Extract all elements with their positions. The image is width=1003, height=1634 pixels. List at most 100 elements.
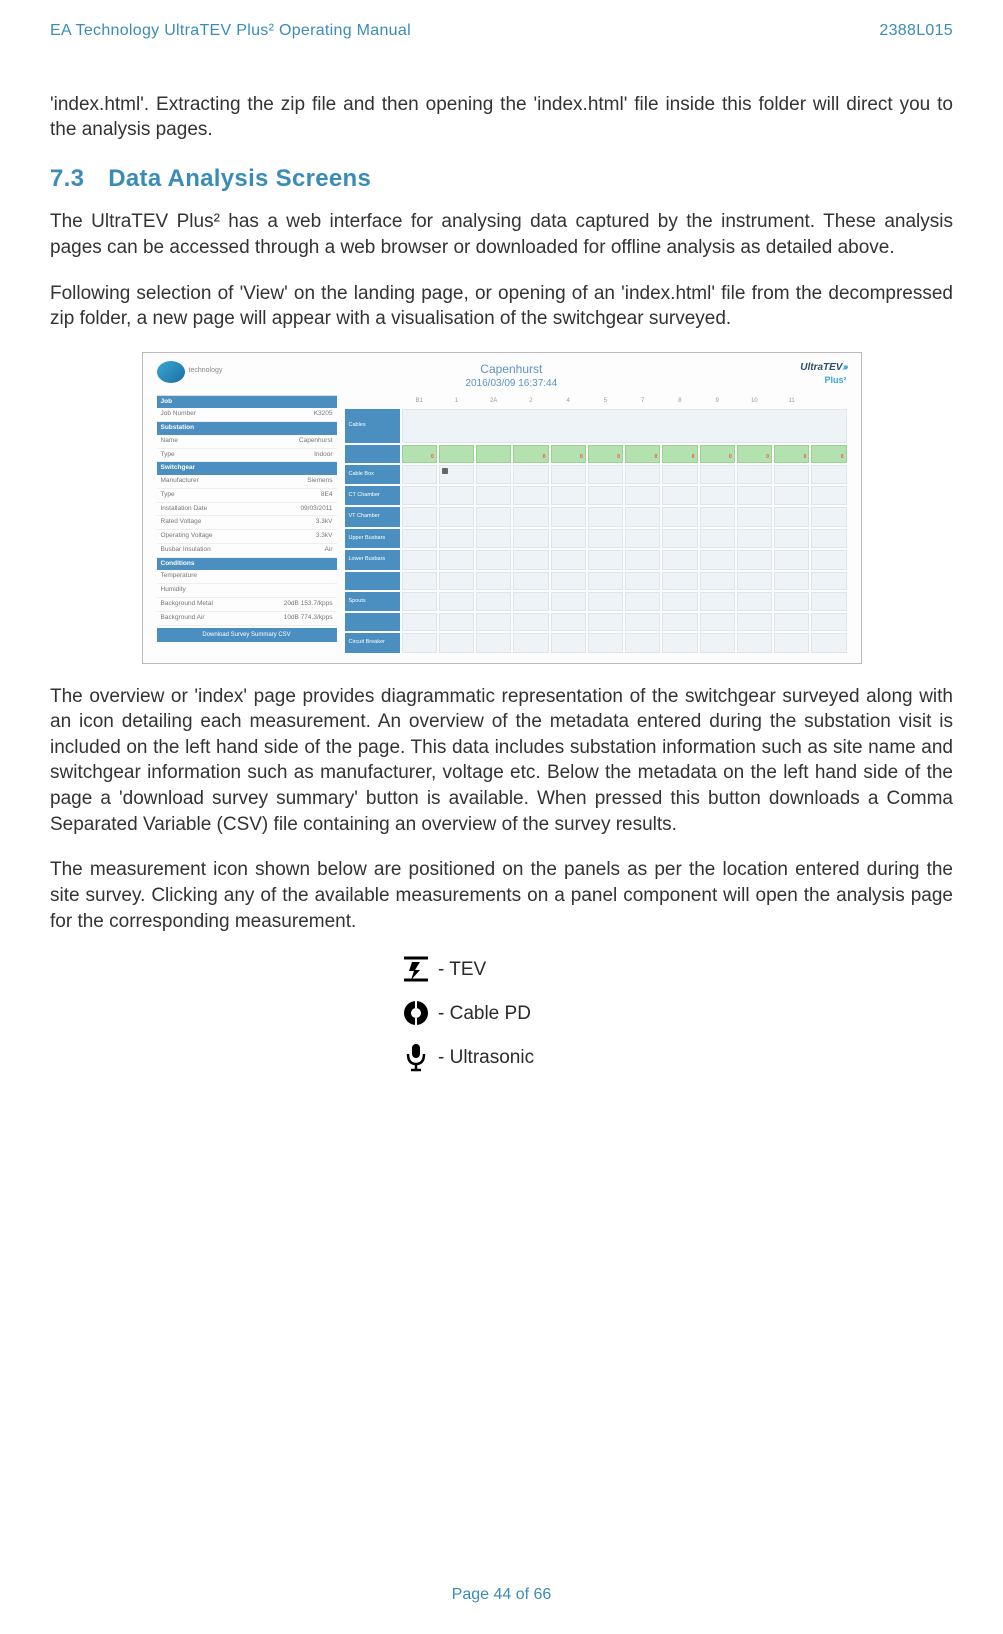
grid-cell[interactable] [588,633,623,652]
grid-cell[interactable] [737,592,772,611]
grid-cell[interactable] [662,486,697,505]
grid-cell[interactable] [625,592,660,611]
grid-cell[interactable] [513,633,548,652]
grid-cell[interactable] [439,465,474,484]
grid-cell[interactable] [625,633,660,652]
grid-cell[interactable] [737,529,772,548]
grid-cell[interactable] [476,613,511,631]
grid-cell[interactable] [774,572,809,590]
grid-cell[interactable] [811,486,846,505]
grid-cell[interactable] [551,486,586,505]
grid-cell[interactable]: 0 [737,445,772,463]
grid-cell[interactable] [402,507,437,526]
grid-cell[interactable] [700,592,735,611]
grid-cell[interactable] [439,529,474,548]
grid-cell[interactable] [700,633,735,652]
grid-cell[interactable]: 0 [700,445,735,463]
grid-cell[interactable] [811,613,846,631]
grid-cell[interactable] [513,613,548,631]
grid-cell[interactable] [662,613,697,631]
grid-cell[interactable] [402,465,437,484]
grid-cell[interactable] [737,486,772,505]
grid-cell[interactable] [662,529,697,548]
grid-cell[interactable] [513,507,548,526]
grid-cell[interactable] [476,633,511,652]
grid-cell[interactable] [551,465,586,484]
grid-cell[interactable] [551,529,586,548]
grid-cell[interactable] [551,592,586,611]
grid-cell[interactable] [625,465,660,484]
grid-cell[interactable]: 0 [402,445,437,463]
grid-cell[interactable] [625,507,660,526]
grid-cell[interactable] [700,465,735,484]
grid-cell[interactable] [811,465,846,484]
grid-cell[interactable] [513,486,548,505]
grid-cell[interactable] [737,613,772,631]
grid-cell[interactable] [402,572,437,590]
grid-cell[interactable] [662,465,697,484]
grid-cell[interactable]: 0 [513,445,548,463]
grid-cell[interactable] [476,529,511,548]
grid-cell[interactable] [551,613,586,631]
grid-cell[interactable] [588,550,623,569]
grid-cell[interactable] [402,409,847,443]
grid-cell[interactable]: 0 [625,445,660,463]
grid-cell[interactable] [551,572,586,590]
grid-cell[interactable] [402,486,437,505]
grid-cell[interactable] [811,592,846,611]
grid-cell[interactable]: 0 [551,445,586,463]
grid-cell[interactable] [737,550,772,569]
grid-cell[interactable] [774,550,809,569]
grid-cell[interactable] [774,529,809,548]
grid-cell[interactable] [551,633,586,652]
grid-cell[interactable] [476,572,511,590]
grid-cell[interactable] [439,486,474,505]
grid-cell[interactable] [625,572,660,590]
grid-cell[interactable] [811,507,846,526]
grid-cell[interactable] [476,465,511,484]
grid-cell[interactable] [625,486,660,505]
grid-cell[interactable]: 0 [662,445,697,463]
grid-cell[interactable] [774,486,809,505]
grid-cell[interactable] [662,633,697,652]
grid-cell[interactable] [476,592,511,611]
grid-cell[interactable] [700,613,735,631]
grid-cell[interactable] [588,572,623,590]
grid-cell[interactable] [439,507,474,526]
grid-cell[interactable] [588,465,623,484]
grid-cell[interactable] [513,572,548,590]
grid-cell[interactable] [476,550,511,569]
grid-cell[interactable] [588,507,623,526]
grid-cell[interactable] [402,550,437,569]
grid-cell[interactable] [476,486,511,505]
grid-cell[interactable] [402,529,437,548]
grid-cell[interactable] [476,445,511,463]
grid-cell[interactable] [811,633,846,652]
grid-cell[interactable] [439,613,474,631]
grid-cell[interactable] [662,550,697,569]
grid-cell[interactable] [774,613,809,631]
grid-cell[interactable] [662,507,697,526]
grid-cell[interactable] [774,507,809,526]
grid-cell[interactable] [513,529,548,548]
grid-cell[interactable] [811,572,846,590]
grid-cell[interactable] [774,633,809,652]
grid-cell[interactable] [625,550,660,569]
grid-cell[interactable] [439,550,474,569]
grid-cell[interactable] [737,465,772,484]
grid-cell[interactable] [700,486,735,505]
grid-cell[interactable] [811,550,846,569]
grid-cell[interactable]: 0 [811,445,846,463]
grid-cell[interactable] [737,572,772,590]
grid-cell[interactable] [551,507,586,526]
grid-cell[interactable] [439,572,474,590]
grid-cell[interactable] [402,613,437,631]
grid-cell[interactable] [588,529,623,548]
grid-cell[interactable] [402,592,437,611]
grid-cell[interactable] [700,507,735,526]
grid-cell[interactable] [774,465,809,484]
download-csv-button[interactable]: Download Survey Summary CSV [157,628,337,642]
grid-cell[interactable]: 0 [588,445,623,463]
grid-cell[interactable] [513,465,548,484]
grid-cell[interactable] [588,486,623,505]
